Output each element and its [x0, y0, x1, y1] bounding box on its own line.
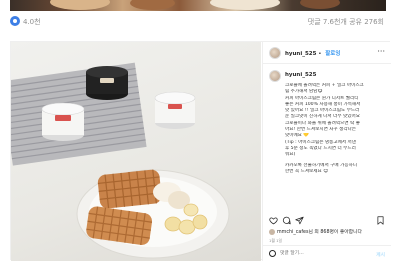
separator: • — [316, 51, 324, 57]
more-horizontal-icon[interactable]: ··· — [377, 48, 385, 56]
previous-post-meta: 4.0천 댓글 7.6천개 공유 276회 — [10, 15, 386, 29]
post-stats: 댓글 7.6천개 공유 276회 — [307, 18, 384, 26]
heart-icon[interactable] — [269, 216, 278, 225]
likes-summary[interactable]: mmchi_cafes님 외 868명이 좋아합니다 — [269, 228, 389, 237]
post-photo[interactable] — [11, 42, 261, 261]
caption-header: hyuni_525 — [285, 72, 316, 78]
post-actions — [263, 214, 391, 228]
post-comment-button[interactable]: 게시 — [376, 251, 385, 258]
post-header: hyuni_525 • 팔로잉 ··· — [263, 42, 391, 64]
views-count: 4.0천 — [23, 18, 41, 26]
caption-text: 크로플에 올려먹는 커피 + 밀크 아이스크 림 추가해서 냠냠😋 커피 아이스… — [285, 83, 385, 175]
views-icon — [10, 16, 20, 26]
caption-avatar[interactable] — [269, 70, 281, 82]
username-link[interactable]: hyuni_525 — [285, 51, 316, 57]
post-details: hyuni_525 • 팔로잉 ··· hyuni_525 크로플에 올려먹는 … — [262, 42, 391, 261]
send-icon[interactable] — [295, 216, 304, 225]
emoji-icon[interactable] — [269, 250, 276, 257]
post-caption: hyuni_525 크로플에 올려먹는 커피 + 밀크 아이스크 림 추가해서 … — [263, 66, 391, 216]
comment-icon[interactable] — [282, 216, 291, 225]
liker-avatar — [269, 228, 275, 235]
bookmark-icon[interactable] — [376, 216, 385, 225]
following-button[interactable]: 팔로잉 — [325, 51, 340, 57]
avatar[interactable] — [269, 47, 281, 59]
comment-bar: 게시 — [263, 245, 391, 261]
previous-post: 4.0천 댓글 7.6천개 공유 276회 — [0, 0, 396, 36]
previous-post-photo[interactable] — [10, 0, 386, 11]
croffle-dessert-photo — [11, 62, 230, 259]
instagram-post: hyuni_525 • 팔로잉 ··· hyuni_525 크로플에 올려먹는 … — [10, 41, 391, 261]
likes-text: mmchi_cafes님 외 868명이 좋아합니다 — [277, 230, 362, 235]
caption-line: 한번 꼭 드셔보세요 😊 — [285, 168, 328, 174]
post-author: hyuni_525 • 팔로잉 — [285, 49, 340, 57]
post-date: 1월 1일 — [269, 238, 283, 243]
comment-input[interactable] — [280, 249, 360, 258]
caption-username[interactable]: hyuni_525 — [285, 72, 316, 78]
